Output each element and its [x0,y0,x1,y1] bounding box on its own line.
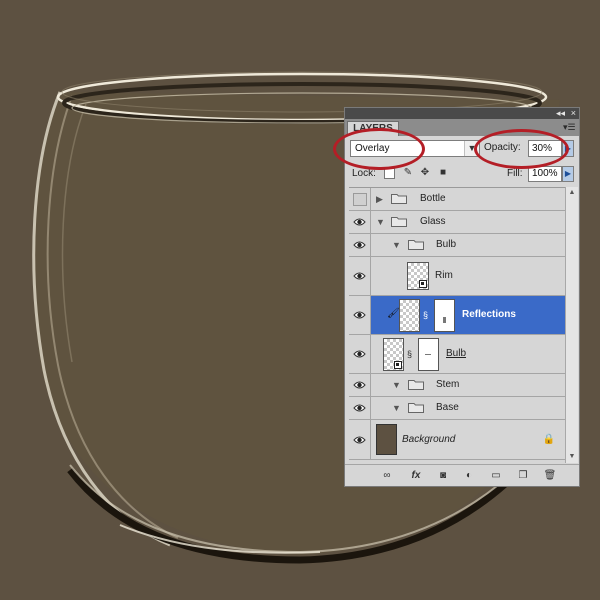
layer-mask-thumbnail[interactable] [434,299,455,332]
collapse-triangle-icon[interactable]: ▼ [392,239,402,251]
layer-row-bulb-smart[interactable]: § Bulb [349,335,565,374]
brush-icon: 🖌 [387,308,400,319]
panel-titlebar[interactable]: ◂◂ × [345,108,579,119]
layer-row-base[interactable]: ▼ Base [349,397,565,420]
eye-icon[interactable] [353,240,366,250]
layer-name: Background [402,433,456,445]
eye-icon[interactable] [353,217,366,227]
layer-name: Base [436,402,459,413]
lock-pixels-icon[interactable]: ✎ [402,167,414,179]
smart-object-icon [419,280,427,288]
visibility-toggle[interactable] [349,397,371,419]
layer-row-background[interactable]: Background 🔒 [349,420,565,460]
link-chain-icon[interactable]: § [423,309,431,321]
smart-object-icon [394,361,402,369]
eye-icon[interactable] [353,310,366,320]
collapse-triangle-icon[interactable]: ▼ [392,379,402,391]
folder-icon [408,403,424,413]
background-thumbnail [376,424,397,455]
new-group-icon[interactable]: ▭ [489,469,503,483]
lock-position-icon[interactable]: ✥ [419,167,431,179]
layer-row-reflections[interactable]: 🖌 § Reflections [349,296,565,335]
eye-icon[interactable] [353,435,366,445]
lock-all-icon[interactable]: ■ [437,167,449,179]
scroll-down-icon[interactable]: ▼ [566,451,578,463]
eye-icon[interactable] [353,349,366,359]
layer-row-stem[interactable]: ▼ Stem [349,374,565,397]
collapse-triangle-icon[interactable]: ▼ [392,402,402,414]
scroll-up-icon[interactable]: ▲ [566,187,578,199]
eye-icon[interactable] [353,403,366,413]
collapse-panel-icon[interactable]: ◂◂ [556,108,565,119]
trash-icon[interactable]: 🗑 [543,469,557,483]
visibility-toggle[interactable] [349,234,371,256]
layer-thumbnail [407,262,429,290]
layer-name: Stem [436,379,460,390]
lock-icon: 🔒 [542,433,555,445]
layer-row-bottle[interactable]: ▶ Bottle [349,188,565,211]
layers-list: ▶ Bottle ▼ Glass ▼ Bulb Rim 🖌 § Reflecti… [349,187,565,464]
visibility-toggle[interactable] [349,420,371,459]
folder-icon [408,240,424,250]
panel-menu-icon[interactable]: ▾☰ [563,122,576,132]
layer-name: Glass [420,216,446,227]
visibility-toggle[interactable] [349,188,371,210]
highlight-ring-blend-mode [333,128,425,170]
visibility-off-icon[interactable] [353,193,367,206]
visibility-toggle[interactable] [349,335,371,373]
folder-icon [408,380,424,390]
link-chain-icon[interactable]: § [407,348,415,360]
fill-label: Fill: [507,168,523,179]
collapse-triangle-icon[interactable]: ▼ [376,216,386,228]
visibility-toggle[interactable] [349,257,371,295]
mask-mark [425,354,431,355]
visibility-toggle[interactable] [349,374,371,396]
layers-scrollbar[interactable]: ▲ ▼ [565,187,578,463]
panel-bottom-toolbar: ∞ fx ◙ ◐ ▭ ❐ 🗑 [345,464,579,487]
layer-name: Bulb [446,348,467,359]
folder-icon [391,217,407,227]
folder-icon [391,194,407,204]
layer-thumbnail [399,299,420,332]
layer-name: Bottle [420,193,446,204]
layer-row-bulb-group[interactable]: ▼ Bulb [349,234,565,257]
close-panel-icon[interactable]: × [571,108,576,119]
eye-icon[interactable] [353,271,366,281]
add-mask-icon[interactable]: ◙ [436,469,450,483]
layer-row-glass[interactable]: ▼ Glass [349,211,565,234]
eye-icon[interactable] [353,380,366,390]
visibility-toggle[interactable] [349,211,371,233]
layer-mask-thumbnail[interactable] [418,338,439,371]
mask-mark [443,317,446,323]
adjustment-layer-icon[interactable]: ◐ [462,469,476,483]
new-layer-icon[interactable]: ❐ [516,469,530,483]
layer-row-rim[interactable]: Rim [349,257,565,296]
highlight-ring-opacity [474,129,569,169]
expand-triangle-icon[interactable]: ▶ [376,193,386,205]
layer-name: Bulb [436,239,457,250]
layer-name: Reflections [462,309,516,320]
layer-name: Rim [435,270,453,281]
fx-icon[interactable]: fx [409,469,423,483]
visibility-toggle[interactable] [349,296,371,334]
fill-slider-button[interactable]: ▶ [562,166,574,182]
layer-thumbnail [383,338,404,371]
link-layers-icon[interactable]: ∞ [380,469,394,483]
